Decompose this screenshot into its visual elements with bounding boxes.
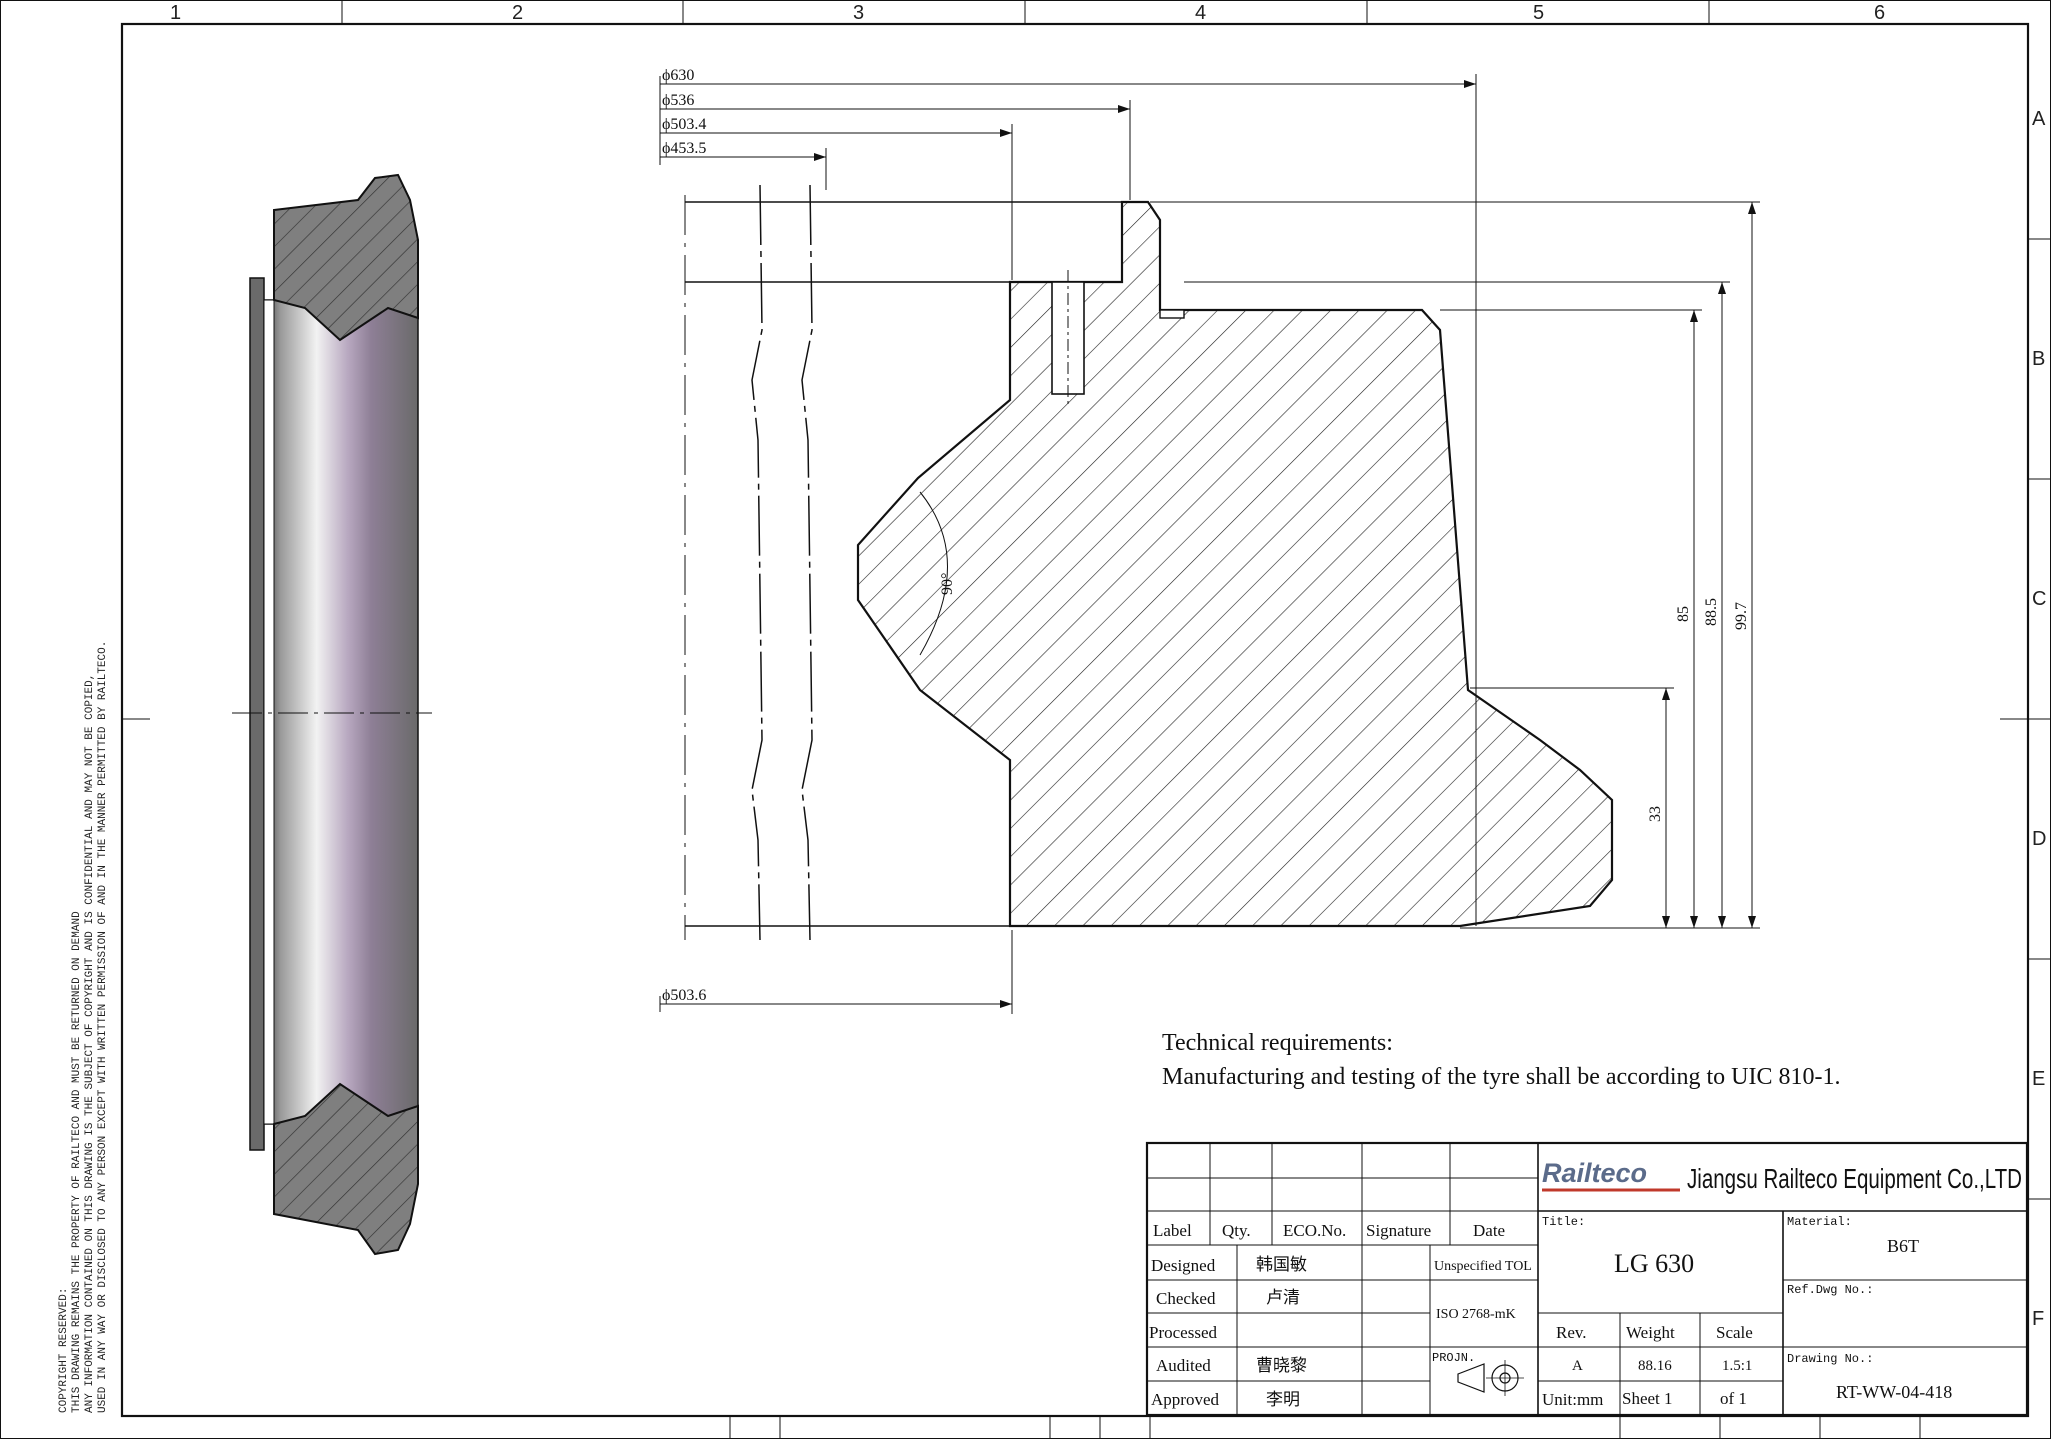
- title-label: Title:: [1542, 1215, 1585, 1229]
- role-approved: Approved: [1151, 1390, 1219, 1409]
- dim-d453-5: ϕ453.5: [662, 140, 706, 157]
- header-date: Date: [1473, 1221, 1505, 1240]
- zone-col-3: 3: [853, 2, 864, 24]
- rev-value: A: [1572, 1358, 1583, 1374]
- company-name: Jiangsu Railteco Equipment Co.,LTD: [1687, 1163, 2022, 1194]
- role-checked: Checked: [1156, 1289, 1216, 1308]
- drawing-sheet: 1 2 3 4 5 6 A B C D E F COPYRIGHT RESERV…: [0, 0, 2051, 1439]
- break-line-right: [801, 184, 813, 941]
- logo-text: Railteco: [1542, 1158, 1647, 1188]
- name-approved: 李明: [1266, 1390, 1300, 1409]
- of-value: of 1: [1720, 1389, 1747, 1408]
- dim-h85: 85: [1675, 606, 1692, 622]
- copyright-line-3: ANY INFORMATION CONTAINED ON THIS DRAWIN…: [84, 674, 96, 1413]
- copyright-notice: COPYRIGHT RESERVED: THIS DRAWING REMAINS…: [58, 641, 109, 1413]
- dim-d536: ϕ536: [662, 92, 694, 109]
- zone-col-5: 5: [1533, 2, 1544, 24]
- zone-row-a: A: [2032, 108, 2046, 130]
- sheet-value: Sheet 1: [1622, 1389, 1673, 1408]
- tyre-flange-edge: [263, 299, 275, 1125]
- name-checked: 卢清: [1266, 1288, 1300, 1307]
- role-audited: Audited: [1156, 1356, 1211, 1375]
- railteco-logo: Railteco: [1542, 1158, 1680, 1192]
- technical-text: Manufacturing and testing of the tyre sh…: [1162, 1064, 1841, 1090]
- zone-row-e: E: [2032, 1068, 2045, 1090]
- tyre-bore-surface: [261, 299, 419, 1125]
- zone-row-f: F: [2032, 1308, 2044, 1330]
- header-eco: ECO.No.: [1283, 1221, 1346, 1240]
- zone-col-4: 4: [1195, 2, 1206, 24]
- profile-detail-view: 90° ϕ630 ϕ536 ϕ503.4 ϕ453.5 ϕ503.6 99.7 …: [659, 67, 1760, 1014]
- role-processed: Processed: [1149, 1323, 1217, 1342]
- role-designed: Designed: [1151, 1256, 1216, 1275]
- projection-label: PROJN.: [1432, 1351, 1475, 1365]
- zone-col-1: 1: [170, 2, 181, 24]
- header-label: Label: [1153, 1221, 1192, 1240]
- break-line-left: [751, 184, 763, 941]
- weight-value: 88.16: [1638, 1358, 1672, 1374]
- name-designed: 韩国敏: [1256, 1255, 1307, 1274]
- material-value: B6T: [1887, 1236, 1919, 1256]
- copyright-line-2: THIS DRAWING REMAINS THE PROPERTY OF RAI…: [71, 911, 83, 1413]
- tolerance-label: Unspecified TOL: [1434, 1259, 1532, 1274]
- copyright-line-1: COPYRIGHT RESERVED:: [58, 1288, 70, 1413]
- ref-dwg-label: Ref.Dwg No.:: [1787, 1283, 1873, 1297]
- dim-d503-6: ϕ503.6: [662, 987, 706, 1004]
- dim-h33: 33: [1647, 806, 1664, 822]
- drawing-no-label: Drawing No.:: [1787, 1352, 1873, 1366]
- tolerance-value: ISO 2768-mK: [1436, 1307, 1516, 1322]
- name-audited: 曹晓黎: [1256, 1356, 1307, 1375]
- dim-h88-5: 88.5: [1703, 598, 1720, 626]
- weight-label: Weight: [1626, 1323, 1675, 1342]
- drawing-title: LG 630: [1614, 1249, 1694, 1278]
- scale-label: Scale: [1716, 1323, 1753, 1342]
- zone-row-b: B: [2032, 348, 2045, 370]
- scale-value: 1.5:1: [1722, 1358, 1752, 1374]
- drawing-no-value: RT-WW-04-418: [1836, 1382, 1952, 1402]
- zone-row-c: C: [2032, 588, 2046, 610]
- rev-label: Rev.: [1556, 1323, 1587, 1342]
- tyre-section-view: [232, 173, 432, 1256]
- header-signature: Signature: [1366, 1221, 1431, 1240]
- material-label: Material:: [1787, 1215, 1852, 1229]
- zone-col-2: 2: [512, 2, 523, 24]
- tyre-flange-rim: [249, 277, 265, 1151]
- zone-col-6: 6: [1874, 2, 1885, 24]
- tyre-profile-section: [856, 200, 1614, 928]
- unit-value: Unit:mm: [1542, 1390, 1603, 1409]
- angle-dimension: 90°: [939, 573, 956, 595]
- dim-h99-7: 99.7: [1733, 602, 1750, 630]
- dim-d630: ϕ630: [662, 67, 694, 84]
- header-qty: Qty.: [1222, 1221, 1251, 1240]
- copyright-line-4: USED IN ANY WAY OR DISCLOSED TO ANY PERS…: [97, 641, 109, 1413]
- dim-d503-4: ϕ503.4: [662, 116, 706, 133]
- zone-row-d: D: [2032, 828, 2046, 850]
- technical-heading: Technical requirements:: [1162, 1030, 1393, 1056]
